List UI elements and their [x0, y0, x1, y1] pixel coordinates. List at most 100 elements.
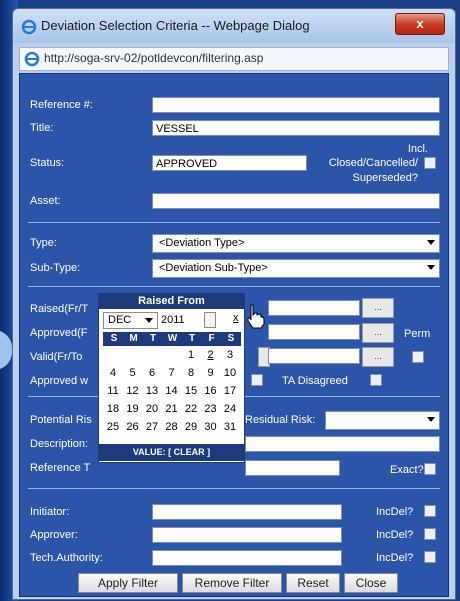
tech-authority-input[interactable]	[152, 550, 342, 566]
approved-w-label: Approved w	[30, 375, 89, 387]
close-icon[interactable]: x	[395, 13, 445, 35]
status-label: Status:	[30, 157, 65, 169]
status-input[interactable]: APPROVED	[152, 155, 307, 171]
separator	[28, 286, 440, 287]
reset-button[interactable]: Reset	[286, 573, 340, 593]
raised-label: Raised(Fr/T	[30, 303, 89, 315]
calendar-weekday-label: T	[149, 333, 157, 344]
valid-to-picker-button[interactable]: ...	[362, 347, 394, 367]
calendar-year-spinner[interactable]	[204, 312, 216, 328]
calendar-day[interactable]: 10	[221, 366, 239, 381]
calendar-footer: VALUE: [ CLEAR ]	[99, 444, 244, 461]
tech-authority-label: Tech.Authority:	[30, 552, 103, 564]
chevron-down-icon	[427, 240, 435, 245]
calendar-day[interactable]: 2	[202, 348, 220, 363]
ie-icon	[24, 51, 40, 67]
subtype-label: Sub-Type:	[30, 262, 81, 274]
calendar-day[interactable]: 11	[104, 384, 122, 399]
description-input[interactable]	[245, 436, 440, 452]
subtype-select-value: <Deviation Sub-Type>	[159, 262, 268, 274]
description-label: Description:	[30, 438, 89, 450]
close-button[interactable]: Close	[344, 573, 398, 593]
separator	[28, 222, 440, 223]
calendar-day[interactable]: 21	[163, 402, 181, 417]
calendar-day[interactable]: 29	[182, 420, 200, 435]
calendar-day[interactable]: 25	[104, 420, 122, 435]
exact-checkbox[interactable]	[424, 463, 436, 475]
approver-incdel-checkbox[interactable]	[424, 528, 436, 540]
calendar-day[interactable]: 15	[182, 384, 200, 399]
calendar-month-select[interactable]: DEC	[103, 312, 158, 329]
tech-authority-incdel-checkbox[interactable]	[424, 551, 436, 563]
url-text: http://soga-srv-02/potldevcon/filtering.…	[44, 51, 264, 65]
title-input[interactable]: VESSEL	[152, 120, 440, 136]
calendar-day[interactable]: 3	[221, 348, 239, 363]
calendar-day[interactable]: 23	[202, 402, 220, 417]
calendar-day[interactable]: 4	[104, 366, 122, 381]
initiator-input[interactable]	[152, 504, 342, 520]
calendar-day[interactable]: 9	[202, 366, 220, 381]
ie-icon	[21, 19, 37, 35]
calendar-day[interactable]: 19	[124, 402, 142, 417]
reference-label: Reference #:	[30, 99, 93, 111]
reference-type-input[interactable]	[245, 460, 340, 476]
subtype-select[interactable]: <Deviation Sub-Type>	[152, 259, 440, 278]
reference-type-label: Reference T	[30, 462, 91, 474]
calendar-day[interactable]: 26	[124, 420, 142, 435]
ta-disagreed-label: TA Disagreed	[282, 375, 348, 387]
calendar-weekday-label: T	[188, 333, 196, 344]
approved-to-input[interactable]	[268, 324, 360, 340]
superseded-label: Superseded?	[352, 172, 418, 184]
calendar-day[interactable]: 5	[124, 366, 142, 381]
calendar-popup: Raised From DEC 2011 x VALUE: [ CLEAR ] …	[98, 293, 245, 463]
remove-filter-button[interactable]: Remove Filter	[182, 573, 282, 593]
calendar-day[interactable]: 12	[124, 384, 142, 399]
calendar-day[interactable]: 22	[182, 402, 200, 417]
calendar-day-empty	[124, 348, 142, 363]
calendar-day[interactable]: 14	[163, 384, 181, 399]
incl-closed-checkbox[interactable]	[424, 157, 436, 169]
calendar-day[interactable]: 24	[221, 402, 239, 417]
calendar-day[interactable]: 8	[182, 366, 200, 381]
approved-to-picker-button[interactable]: ...	[362, 323, 394, 343]
type-select[interactable]: <Deviation Type>	[152, 234, 440, 253]
calendar-day[interactable]: 18	[104, 402, 122, 417]
perm-checkbox[interactable]	[412, 351, 424, 363]
calendar-day[interactable]: 20	[143, 402, 161, 417]
valid-to-input[interactable]	[268, 348, 360, 364]
calendar-day[interactable]: 17	[221, 384, 239, 399]
approved-w-checkbox[interactable]	[251, 374, 263, 386]
calendar-day[interactable]: 1	[182, 348, 200, 363]
calendar-weekday-label: S	[110, 333, 118, 344]
chevron-down-icon	[145, 318, 153, 323]
calendar-year: 2011	[161, 314, 185, 326]
type-label: Type:	[30, 237, 57, 249]
calendar-weekday-label: M	[129, 333, 138, 344]
asset-input[interactable]	[152, 193, 440, 209]
calendar-month-value: DEC	[108, 314, 132, 326]
calendar-day[interactable]: 28	[163, 420, 181, 435]
tech-authority-incdel-label: IncDel?	[376, 552, 414, 564]
calendar-day[interactable]: 7	[163, 366, 181, 381]
calendar-day[interactable]: 31	[221, 420, 239, 435]
calendar-day[interactable]: 16	[202, 384, 220, 399]
raised-to-input[interactable]	[268, 300, 360, 316]
calendar-day[interactable]: 6	[143, 366, 161, 381]
reference-input[interactable]	[152, 97, 440, 113]
residual-risk-select[interactable]	[325, 411, 440, 430]
calendar-clear-button[interactable]: [ CLEAR ]	[168, 447, 210, 457]
calendar-value-label: VALUE:	[132, 447, 166, 457]
calendar-day[interactable]: 30	[202, 420, 220, 435]
calendar-day[interactable]: 27	[143, 420, 161, 435]
exact-label: Exact?	[390, 464, 424, 476]
calendar-weekday-label: W	[167, 333, 178, 344]
calendar-close-icon[interactable]: x	[233, 312, 239, 324]
approver-input[interactable]	[152, 527, 342, 543]
raised-to-picker-button[interactable]: ...	[362, 298, 394, 318]
calendar-day[interactable]: 13	[143, 384, 161, 399]
window-title: Deviation Selection Criteria -- Webpage …	[41, 18, 310, 33]
initiator-incdel-checkbox[interactable]	[424, 505, 436, 517]
ta-disagreed-checkbox[interactable]	[370, 374, 382, 386]
apply-filter-button[interactable]: Apply Filter	[78, 573, 178, 593]
perm-label: Perm	[404, 328, 431, 340]
